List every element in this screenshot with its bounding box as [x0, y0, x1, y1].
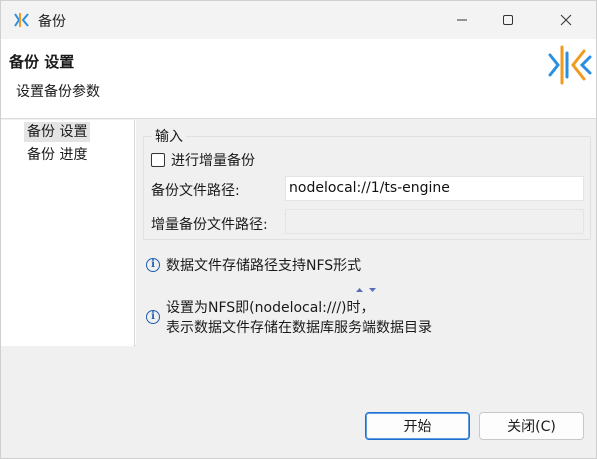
maximize-button[interactable]	[485, 1, 531, 39]
nfs-support-note: i 数据文件存储路径支持NFS形式	[146, 256, 361, 276]
header-banner: 备份 设置 设置备份参数	[1, 39, 596, 119]
nav-item-backup-progress[interactable]: 备份 进度	[24, 145, 90, 165]
app-logo-icon	[14, 13, 29, 27]
close-button[interactable]: 关闭(C)	[479, 412, 584, 440]
close-window-button[interactable]	[543, 1, 589, 39]
minimize-icon	[457, 19, 467, 21]
incremental-path-label: 增量备份文件路径:	[151, 217, 268, 233]
backup-path-input[interactable]: nodelocal://1/ts-engine	[285, 176, 584, 201]
input-group: 输入 进行增量备份 备份文件路径: nodelocal://1/ts-engin…	[143, 126, 591, 240]
backup-dialog: 备份 备份 设置 设置备份参数 备份 设置 备份 进度 输入 进行增量备份 备份…	[0, 0, 597, 459]
minimize-button[interactable]	[439, 1, 485, 39]
close-icon	[560, 14, 572, 26]
step-navigation: 备份 设置 备份 进度	[1, 120, 135, 346]
info-icon: i	[146, 310, 160, 324]
nfs-path-text: 设置为NFS即(nodelocal:///)时， 表示数据文件存储在数据库服务端…	[166, 298, 432, 338]
maximize-icon	[503, 15, 513, 25]
title-bar: 备份	[1, 1, 596, 39]
nfs-path-note: i 设置为NFS即(nodelocal:///)时， 表示数据文件存储在数据库服…	[146, 298, 432, 338]
window-title: 备份	[38, 14, 66, 30]
info-icon: i	[146, 258, 160, 272]
nfs-path-text-line2: 表示数据文件存储在数据库服务端数据目录	[166, 320, 432, 336]
brand-logo-icon	[548, 45, 592, 85]
incremental-path-input[interactable]	[285, 209, 584, 234]
nfs-support-text: 数据文件存储路径支持NFS形式	[166, 258, 362, 274]
page-title: 备份 设置	[9, 53, 75, 71]
incremental-backup-label: 进行增量备份	[171, 153, 255, 169]
incremental-backup-checkbox[interactable]	[151, 153, 165, 167]
resize-sash-icon[interactable]	[355, 286, 377, 294]
settings-panel: 输入 进行增量备份 备份文件路径: nodelocal://1/ts-engin…	[136, 120, 596, 346]
start-button[interactable]: 开始	[365, 412, 470, 440]
page-subtitle: 设置备份参数	[16, 84, 100, 100]
backup-path-label: 备份文件路径:	[151, 183, 240, 199]
content-area: 备份 设置 备份 进度 输入 进行增量备份 备份文件路径: nodelocal:…	[1, 120, 596, 346]
input-group-legend: 输入	[152, 126, 186, 146]
nav-item-backup-settings[interactable]: 备份 设置	[24, 122, 91, 142]
nfs-path-text-line1: 设置为NFS即(nodelocal:///)时，	[166, 300, 375, 316]
